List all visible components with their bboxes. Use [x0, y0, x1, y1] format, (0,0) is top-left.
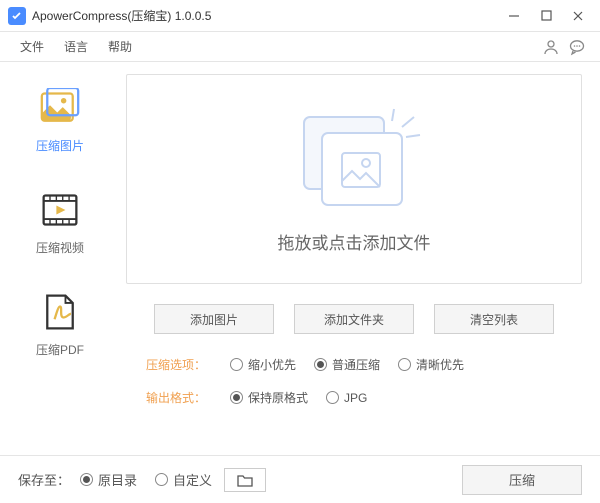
sidebar-item-pdf[interactable]: 压缩PDF — [10, 284, 110, 366]
sidebar-item-label: 压缩图片 — [10, 137, 110, 154]
minimize-button[interactable] — [498, 2, 530, 30]
footer: 保存至： 原目录 自定义 压缩 — [0, 455, 600, 503]
clear-list-button[interactable]: 清空列表 — [434, 304, 554, 334]
options-panel: 压缩选项： 缩小优先 普通压缩 清晰优先 输出格式： 保持原格式 JPG — [126, 356, 582, 406]
radio-jpg-format[interactable]: JPG — [326, 391, 367, 405]
radio-original-dir[interactable]: 原目录 — [80, 470, 137, 489]
radio-custom-dir[interactable]: 自定义 — [155, 470, 212, 489]
sidebar-item-image[interactable]: 压缩图片 — [10, 80, 110, 162]
radio-quality-priority[interactable]: 清晰优先 — [398, 356, 464, 373]
menu-file[interactable]: 文件 — [10, 38, 54, 55]
drop-text: 拖放或点击添加文件 — [278, 229, 431, 254]
placeholder-image-icon — [284, 105, 424, 215]
menubar: 文件 语言 帮助 — [0, 32, 600, 62]
maximize-button[interactable] — [530, 2, 562, 30]
feedback-icon[interactable] — [564, 34, 590, 60]
user-icon[interactable] — [538, 34, 564, 60]
output-format-label: 输出格式： — [146, 389, 206, 406]
titlebar: ApowerCompress(压缩宝) 1.0.0.5 — [0, 0, 600, 32]
compress-option-row: 压缩选项： 缩小优先 普通压缩 清晰优先 — [146, 356, 582, 373]
folder-icon — [237, 473, 253, 487]
add-image-button[interactable]: 添加图片 — [154, 304, 274, 334]
browse-folder-button[interactable] — [224, 468, 266, 492]
add-folder-button[interactable]: 添加文件夹 — [294, 304, 414, 334]
radio-keep-format[interactable]: 保持原格式 — [230, 389, 308, 406]
window-title: ApowerCompress(压缩宝) 1.0.0.5 — [32, 7, 498, 24]
menu-language[interactable]: 语言 — [54, 38, 98, 55]
radio-normal-compress[interactable]: 普通压缩 — [314, 356, 380, 373]
sidebar-item-label: 压缩PDF — [10, 341, 110, 358]
output-format-row: 输出格式： 保持原格式 JPG — [146, 389, 582, 406]
compress-button[interactable]: 压缩 — [462, 465, 582, 495]
compress-option-label: 压缩选项： — [146, 356, 206, 373]
save-to-label: 保存至： — [18, 470, 70, 489]
main-panel: 拖放或点击添加文件 添加图片 添加文件夹 清空列表 压缩选项： 缩小优先 普通压… — [120, 62, 600, 455]
radio-shrink-priority[interactable]: 缩小优先 — [230, 356, 296, 373]
sidebar-item-video[interactable]: 压缩视频 — [10, 182, 110, 264]
sidebar: 压缩图片 压缩视频 压缩PDF — [0, 62, 120, 455]
sidebar-item-label: 压缩视频 — [10, 239, 110, 256]
close-button[interactable] — [562, 2, 594, 30]
action-buttons: 添加图片 添加文件夹 清空列表 — [126, 304, 582, 334]
menu-help[interactable]: 帮助 — [98, 38, 142, 55]
app-icon — [8, 7, 26, 25]
drop-area[interactable]: 拖放或点击添加文件 — [126, 74, 582, 284]
